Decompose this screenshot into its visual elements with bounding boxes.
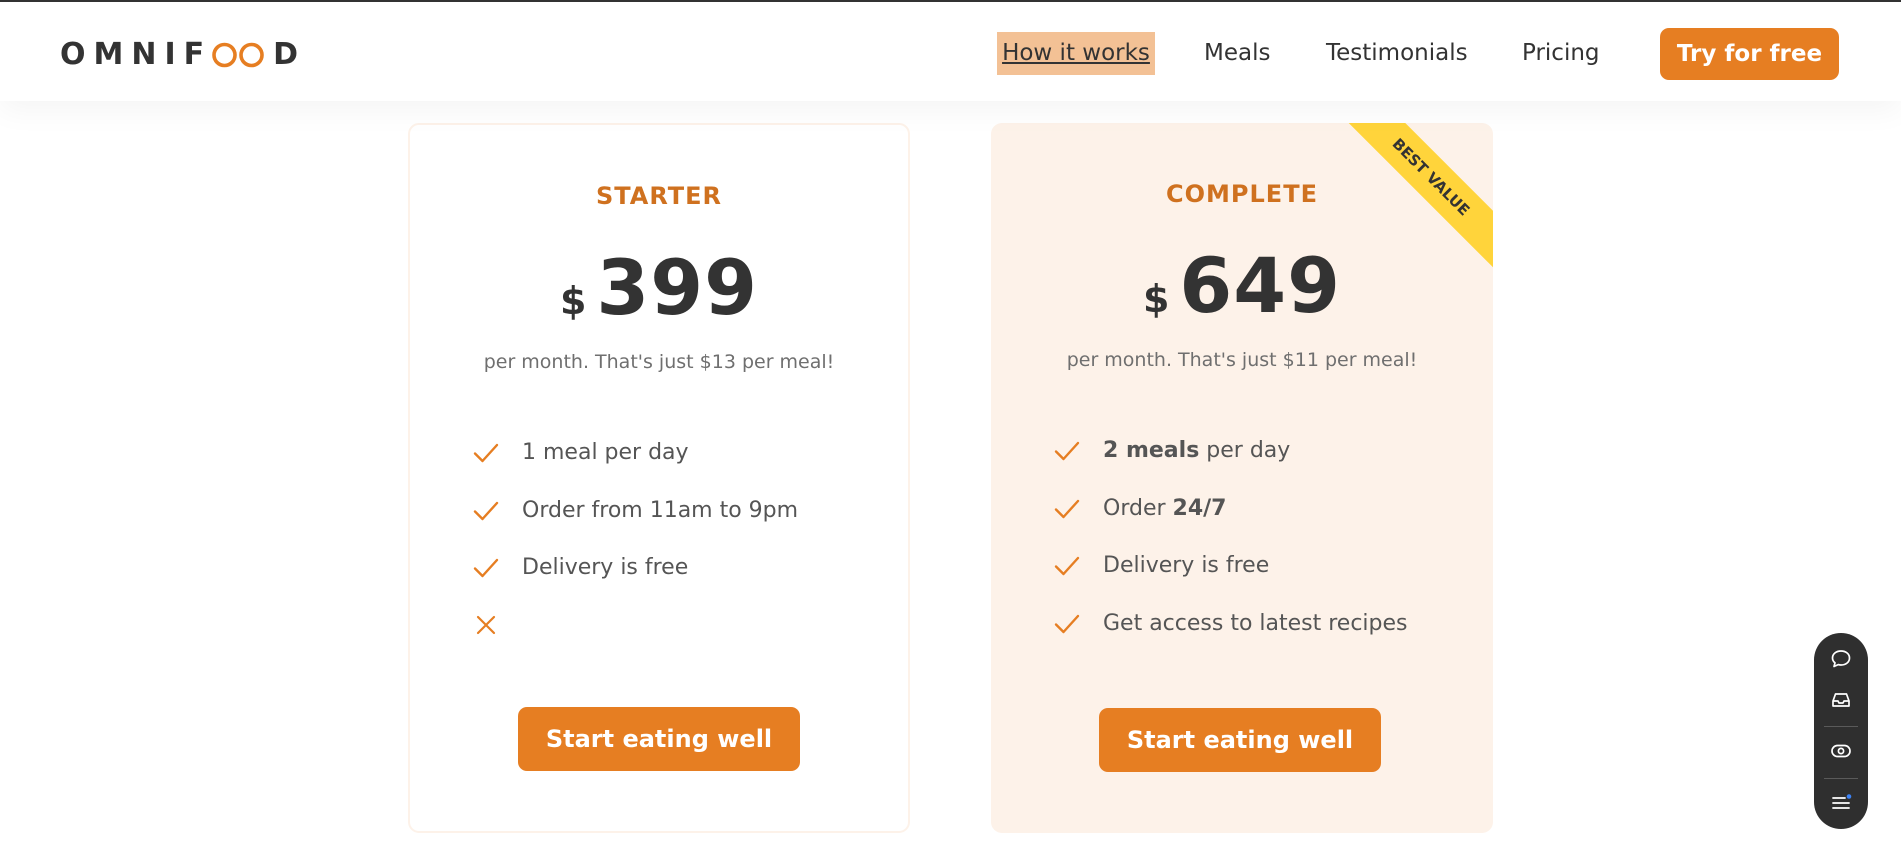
- feature-list: 1 meal per day Order from 11am to 9pm De…: [470, 437, 890, 667]
- nav-link-pricing[interactable]: Pricing: [1522, 32, 1600, 75]
- check-icon: [473, 501, 499, 520]
- feature-text: Get access to latest recipes: [1103, 610, 1408, 636]
- feature-rest: per day: [1199, 438, 1291, 463]
- main-nav: How it works Meals Testimonials Pricing: [0, 32, 1901, 82]
- list-item: 2 meals per day: [1051, 435, 1471, 493]
- pricing-card-starter: STARTER $ 399 per month. That's just $13…: [408, 123, 910, 833]
- feature-text: Order 24/7: [1103, 493, 1226, 525]
- nav-link-testimonials[interactable]: Testimonials: [1326, 32, 1468, 75]
- feature-text: 2 meals per day: [1103, 435, 1290, 467]
- feature-rest: Order: [1103, 495, 1173, 521]
- try-for-free-button[interactable]: Try for free: [1660, 28, 1839, 80]
- nav-link-how-it-works[interactable]: How it works: [997, 32, 1155, 75]
- eye-icon[interactable]: [1829, 739, 1853, 763]
- list-item: Order from 11am to 9pm: [470, 495, 890, 553]
- site-header: OMNIF D How it works Meals Testimonials …: [0, 2, 1901, 101]
- list-item: Delivery is free: [1051, 550, 1471, 608]
- pricing-card-complete: BEST VALUE COMPLETE $ 649 per month. Tha…: [991, 123, 1493, 833]
- feature-list: 2 meals per day Order 24/7 Delivery is f…: [1051, 435, 1471, 665]
- nav-link-meals[interactable]: Meals: [1204, 32, 1270, 75]
- start-eating-well-button[interactable]: Start eating well: [518, 707, 800, 771]
- price-amount: 399: [596, 243, 759, 332]
- list-item: Order 24/7: [1051, 493, 1471, 551]
- check-icon: [473, 558, 499, 578]
- close-icon: [476, 615, 496, 634]
- floating-toolbar: [1814, 633, 1868, 829]
- price-amount: 649: [1179, 241, 1342, 330]
- check-icon: [1054, 556, 1080, 576]
- plan-price: $ 399: [410, 243, 908, 332]
- chat-icon[interactable]: [1829, 647, 1853, 671]
- list-item: [470, 610, 890, 668]
- check-icon: [473, 443, 499, 463]
- check-icon: [1054, 614, 1080, 633]
- feature-text: Delivery is free: [1103, 553, 1270, 578]
- check-icon: [1054, 499, 1080, 518]
- price-subtitle: per month. That's just $13 per meal!: [483, 351, 835, 373]
- plan-name: COMPLETE: [1166, 180, 1318, 208]
- feature-bold: 24/7: [1172, 495, 1227, 521]
- inbox-icon[interactable]: [1829, 688, 1853, 712]
- divider: [1824, 726, 1858, 727]
- list-item: 1 meal per day: [470, 437, 890, 495]
- list-item: Get access to latest recipes: [1051, 608, 1471, 666]
- feature-text: Order from 11am to 9pm: [522, 497, 799, 523]
- check-icon: [1054, 441, 1080, 461]
- plan-price: $ 649: [991, 241, 1493, 330]
- divider: [1824, 778, 1858, 779]
- list-item: Delivery is free: [470, 552, 890, 610]
- plan-name: STARTER: [595, 182, 722, 210]
- feature-text: 1 meal per day: [522, 440, 689, 465]
- price-subtitle: per month. That's just $11 per meal!: [1066, 349, 1418, 371]
- feature-bold: 2 meals: [1103, 438, 1200, 463]
- feature-text: Delivery is free: [522, 555, 689, 580]
- currency-symbol: $: [559, 279, 587, 323]
- currency-symbol: $: [1142, 277, 1170, 321]
- start-eating-well-button[interactable]: Start eating well: [1099, 708, 1381, 772]
- menu-icon[interactable]: [1829, 791, 1853, 815]
